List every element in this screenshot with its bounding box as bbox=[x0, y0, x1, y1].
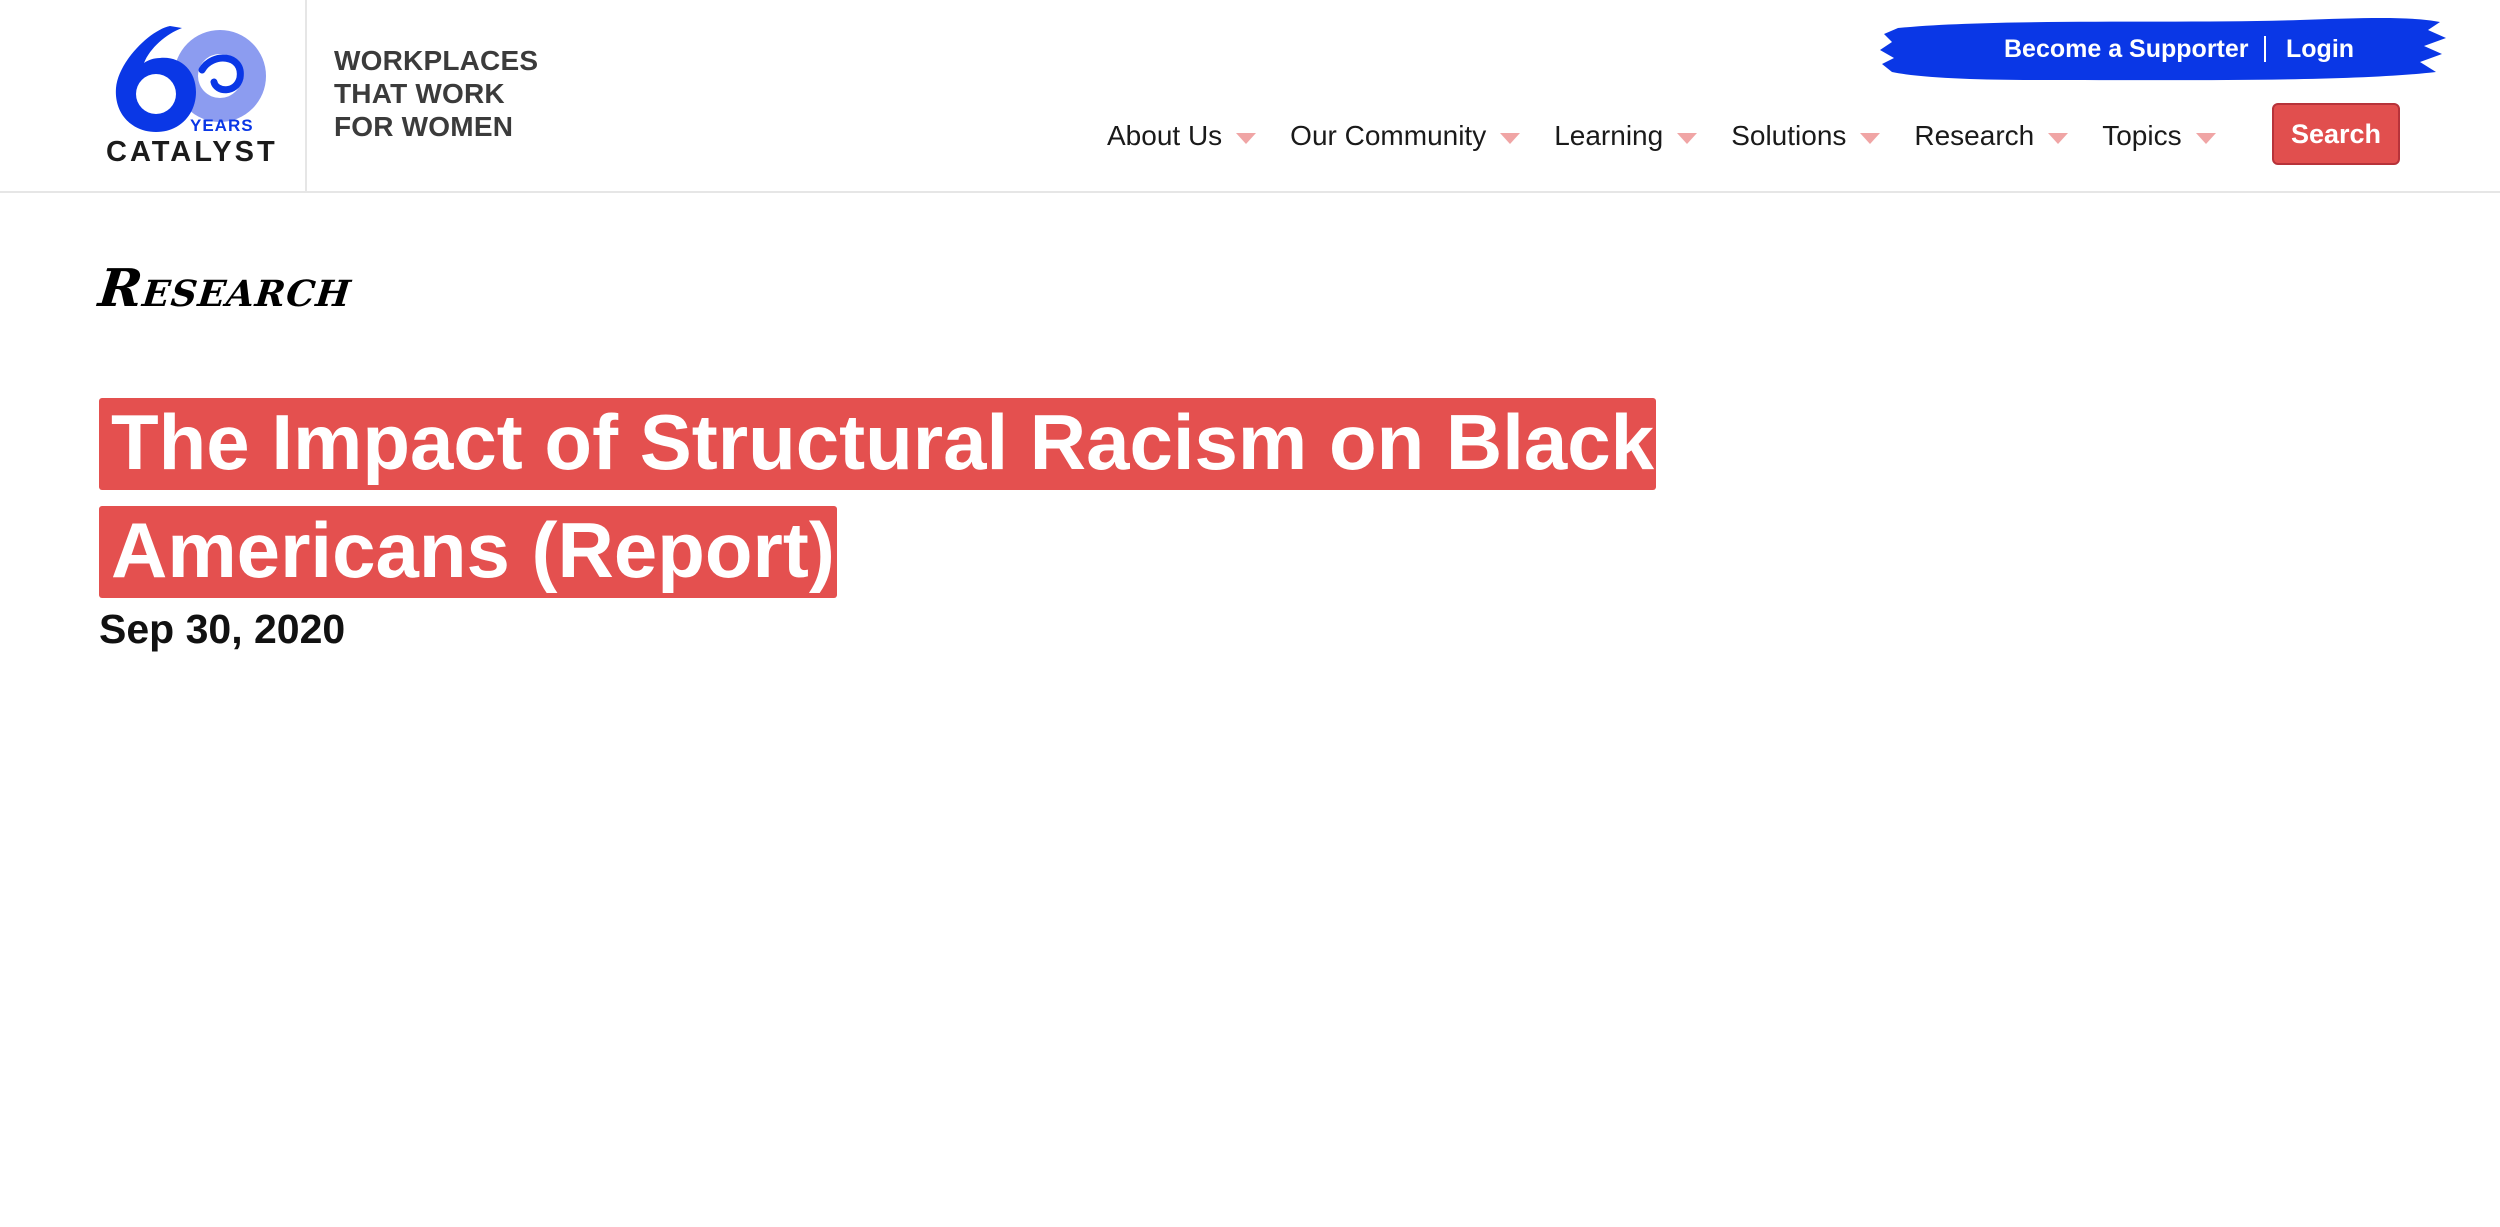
publish-date: Sep 30, 2020 bbox=[99, 606, 346, 652]
catalyst-logo[interactable]: YEARS CATALYST bbox=[98, 22, 278, 172]
logo-wordmark: CATALYST bbox=[106, 136, 278, 168]
caret-down-icon bbox=[1236, 132, 1257, 144]
supporter-divider bbox=[2264, 36, 2266, 62]
nav-label: Solutions bbox=[1731, 120, 1847, 151]
nav-item-research[interactable]: Research bbox=[1914, 120, 2069, 152]
tagline-line-3: FOR WOMEN bbox=[334, 111, 514, 142]
section-label: Research bbox=[95, 258, 355, 319]
caret-down-icon bbox=[1677, 132, 1698, 144]
nav-label: Research bbox=[1914, 120, 2035, 151]
caret-down-icon bbox=[1860, 132, 1881, 144]
tagline-line-2: THAT WORK bbox=[334, 78, 505, 109]
caret-down-icon bbox=[2048, 132, 2069, 144]
caret-down-icon bbox=[2195, 132, 2216, 144]
nav-item-solutions[interactable]: Solutions bbox=[1731, 120, 1881, 152]
supporter-bar: Become a Supporter Login bbox=[1880, 14, 2450, 86]
logo-divider bbox=[305, 0, 307, 193]
become-supporter-link[interactable]: Become a Supporter bbox=[2004, 35, 2249, 64]
nav-label: Our Community bbox=[1290, 120, 1487, 151]
nav-item-topics[interactable]: Topics bbox=[2102, 120, 2216, 152]
tagline-line-1: WORKPLACES bbox=[334, 45, 539, 76]
nav-item-learning[interactable]: Learning bbox=[1554, 120, 1698, 152]
nav-label: Learning bbox=[1554, 120, 1664, 151]
tagline: WORKPLACES THAT WORK FOR WOMEN bbox=[334, 44, 538, 143]
logo-years-label: YEARS bbox=[190, 116, 254, 135]
nav-label: Topics bbox=[2102, 120, 2182, 151]
site-header: YEARS CATALYST WORKPLACES THAT WORK FOR … bbox=[0, 0, 2500, 193]
page-title-text: The Impact of Structural Racism on Black… bbox=[99, 398, 1657, 598]
search-button[interactable]: Search bbox=[2272, 103, 2400, 165]
nav-label: About Us bbox=[1107, 120, 1223, 151]
page-title: The Impact of Structural Racism on Black… bbox=[99, 388, 1859, 604]
caret-down-icon bbox=[1500, 132, 1521, 144]
login-link[interactable]: Login bbox=[2286, 35, 2354, 64]
main-nav: About Us Our Community Learning Solution… bbox=[1107, 114, 2250, 158]
nav-item-our-community[interactable]: Our Community bbox=[1290, 120, 1521, 152]
nav-item-about-us[interactable]: About Us bbox=[1107, 120, 1257, 152]
